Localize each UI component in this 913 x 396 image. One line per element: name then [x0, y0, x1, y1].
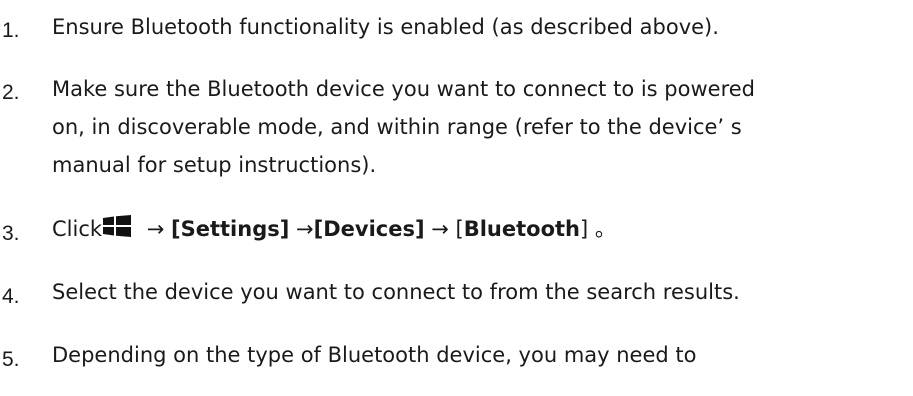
- step-line: Make sure the Bluetooth device you want …: [52, 77, 755, 101]
- step-text: Ensure Bluetooth functionality is enable…: [52, 8, 912, 46]
- step-number: 2.: [2, 81, 20, 104]
- step-number: 3.: [2, 222, 20, 245]
- arrow: →: [289, 217, 314, 241]
- step-number: 5.: [2, 348, 20, 371]
- windows-start-icon: [102, 215, 132, 237]
- settings-label: [Settings]: [171, 217, 290, 241]
- arrow: →: [424, 217, 456, 241]
- step-line: manual for setup instructions).: [52, 153, 377, 177]
- step-line: Select the device you want to connect to…: [52, 280, 740, 304]
- step-line: Depending on the type of Bluetooth devic…: [52, 343, 697, 367]
- instruction-document: 1. Ensure Bluetooth functionality is ena…: [0, 0, 913, 396]
- step-number: 4.: [2, 285, 20, 308]
- bracket-open: [: [455, 217, 464, 241]
- bracket-close: ] 。: [580, 217, 616, 241]
- step-text: Make sure the Bluetooth device you want …: [52, 70, 912, 184]
- step-line: Click → [Settings] →[Devices] → [Bluetoo…: [52, 210, 912, 248]
- step-line: Ensure Bluetooth functionality is enable…: [52, 15, 719, 39]
- step-text: Click → [Settings] →[Devices] → [Bluetoo…: [52, 210, 912, 248]
- devices-label: [Devices]: [313, 217, 425, 241]
- bluetooth-label: Bluetooth: [463, 217, 580, 241]
- step-number: 1.: [2, 19, 20, 42]
- step-line: on, in discoverable mode, and within ran…: [52, 115, 742, 139]
- arrow: →: [140, 217, 171, 241]
- step-text: Select the device you want to connect to…: [52, 273, 912, 311]
- step-text: Depending on the type of Bluetooth devic…: [52, 336, 912, 374]
- click-word: Click: [52, 217, 103, 241]
